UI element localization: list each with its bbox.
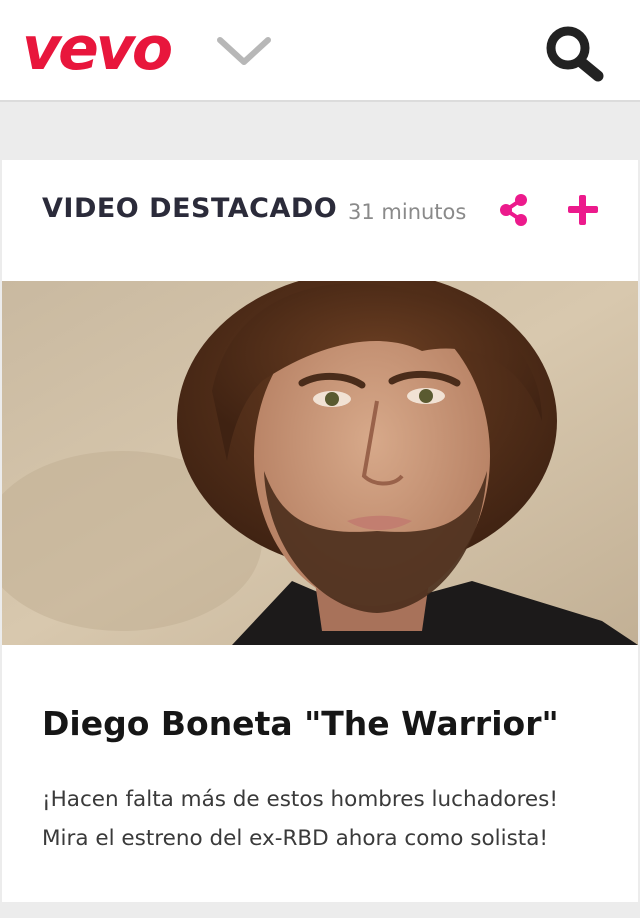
description-line: ¡Hacen falta más de estos hombres luchad…: [42, 787, 558, 812]
video-title[interactable]: Diego Boneta "The Warrior": [42, 702, 559, 746]
video-thumbnail[interactable]: [2, 281, 638, 645]
featured-video-card: VIDEO DESTACADO 31 minutos Diego Boneta …: [2, 160, 638, 902]
timestamp: 31 minutos: [348, 200, 467, 224]
top-bar: vevo: [0, 0, 640, 102]
description-line: Mira el estreno del ex-RBD ahora como so…: [42, 826, 549, 851]
video-description: ¡Hacen falta más de estos hombres luchad…: [42, 780, 602, 858]
card-header: VIDEO DESTACADO 31 minutos: [2, 160, 638, 280]
chevron-down-icon[interactable]: [216, 34, 272, 70]
section-title: VIDEO DESTACADO: [42, 193, 338, 224]
plus-icon[interactable]: [562, 190, 604, 230]
search-icon[interactable]: [540, 22, 610, 86]
header-divider: [0, 98, 640, 102]
vevo-logo[interactable]: vevo: [22, 14, 173, 84]
share-icon[interactable]: [494, 190, 534, 230]
